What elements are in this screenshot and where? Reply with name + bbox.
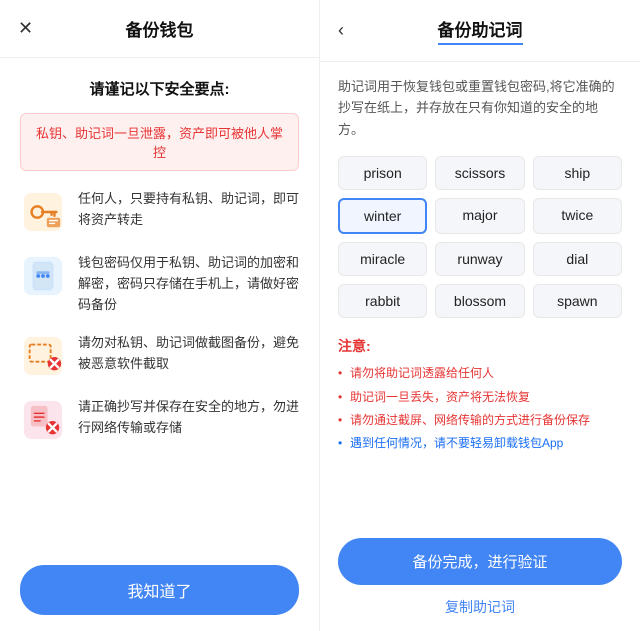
notes-list: 请勿将助记词透露给任何人助记词一旦丢失，资产将无法恢复请勿通过截屏、网络传输的方… — [338, 362, 622, 455]
key-icon-area — [20, 189, 66, 235]
word-chip: spawn — [533, 284, 622, 318]
security-heading: 请谨记以下安全要点: — [20, 78, 299, 99]
right-content: 助记词用于恢复钱包或重置钱包密码,将它准确的抄写在纸上，并存放在只有你知道的安全… — [320, 62, 640, 526]
password-icon — [22, 255, 64, 297]
verify-button[interactable]: 备份完成，进行验证 — [338, 538, 622, 585]
know-button[interactable]: 我知道了 — [20, 565, 299, 615]
password-icon-area — [20, 253, 66, 299]
key-icon — [22, 191, 64, 233]
storage-icon-area — [20, 397, 66, 443]
security-item-password-text: 钱包密码仅用于私钥、助记词的加密和解密，密码只存储在手机上，请做好密码备份 — [78, 253, 299, 315]
copy-mnemonic-link[interactable]: 复制助记词 — [338, 595, 622, 621]
word-chip: rabbit — [338, 284, 427, 318]
word-chip: major — [435, 198, 524, 234]
right-panel: ‹ 备份助记词 助记词用于恢复钱包或重置钱包密码,将它准确的抄写在纸上，并存放在… — [320, 0, 640, 631]
right-title: 备份助记词 — [438, 16, 523, 45]
note-item-2: 请勿通过截屏、网络传输的方式进行备份保存 — [338, 409, 622, 432]
word-chip: scissors — [435, 156, 524, 190]
security-item-key-text: 任何人，只要持有私钥、助记词，即可将资产转走 — [78, 189, 299, 231]
right-footer: 备份完成，进行验证 复制助记词 — [320, 526, 640, 631]
back-icon[interactable]: ‹ — [338, 20, 344, 41]
note-item-0: 请勿将助记词透露给任何人 — [338, 362, 622, 385]
left-panel: ✕ 备份钱包 请谨记以下安全要点: 私钥、助记词一旦泄露，资产即可被他人掌控 — [0, 0, 320, 631]
left-header: ✕ 备份钱包 — [0, 0, 319, 58]
security-item-screenshot-text: 请勿对私钥、助记词做截图备份，避免被恶意软件截取 — [78, 333, 299, 375]
security-item-storage-text: 请正确抄写并保存在安全的地方，勿进行网络传输或存储 — [78, 397, 299, 439]
right-header: ‹ 备份助记词 — [320, 0, 640, 62]
security-item-storage: 请正确抄写并保存在安全的地方，勿进行网络传输或存储 — [20, 397, 299, 443]
note-item-1: 助记词一旦丢失，资产将无法恢复 — [338, 386, 622, 409]
mnemonic-description: 助记词用于恢复钱包或重置钱包密码,将它准确的抄写在纸上，并存放在只有你知道的安全… — [338, 76, 622, 140]
notes-title: 注意: — [338, 336, 622, 356]
warning-box: 私钥、助记词一旦泄露，资产即可被他人掌控 — [20, 113, 299, 171]
notes-section: 注意: 请勿将助记词透露给任何人助记词一旦丢失，资产将无法恢复请勿通过截屏、网络… — [338, 336, 622, 455]
mnemonic-words-grid: prisonscissors ship wintermajortwice miracl… — [338, 156, 622, 318]
word-chip: winter — [338, 198, 427, 234]
left-content: 请谨记以下安全要点: 私钥、助记词一旦泄露，资产即可被他人掌控 任何人，只 — [0, 58, 319, 549]
word-chip: ship — [533, 156, 622, 190]
word-chip: prison — [338, 156, 427, 190]
security-item-password: 钱包密码仅用于私钥、助记词的加密和解密，密码只存储在手机上，请做好密码备份 — [20, 253, 299, 315]
left-footer: 我知道了 — [0, 549, 319, 631]
security-item-screenshot: 请勿对私钥、助记词做截图备份，避免被恶意软件截取 — [20, 333, 299, 379]
word-chip: dial — [533, 242, 622, 276]
storage-icon — [22, 399, 64, 441]
word-chip: twice — [533, 198, 622, 234]
left-title: 备份钱包 — [126, 16, 194, 41]
word-chip: miracle — [338, 242, 427, 276]
word-chip: blossom — [435, 284, 524, 318]
note-item-3: 遇到任何情况，请不要轻易卸载钱包App — [338, 432, 622, 455]
screenshot-icon — [22, 335, 64, 377]
close-icon[interactable]: ✕ — [18, 18, 33, 39]
screenshot-icon-area — [20, 333, 66, 379]
word-chip: runway — [435, 242, 524, 276]
security-item-key: 任何人，只要持有私钥、助记词，即可将资产转走 — [20, 189, 299, 235]
